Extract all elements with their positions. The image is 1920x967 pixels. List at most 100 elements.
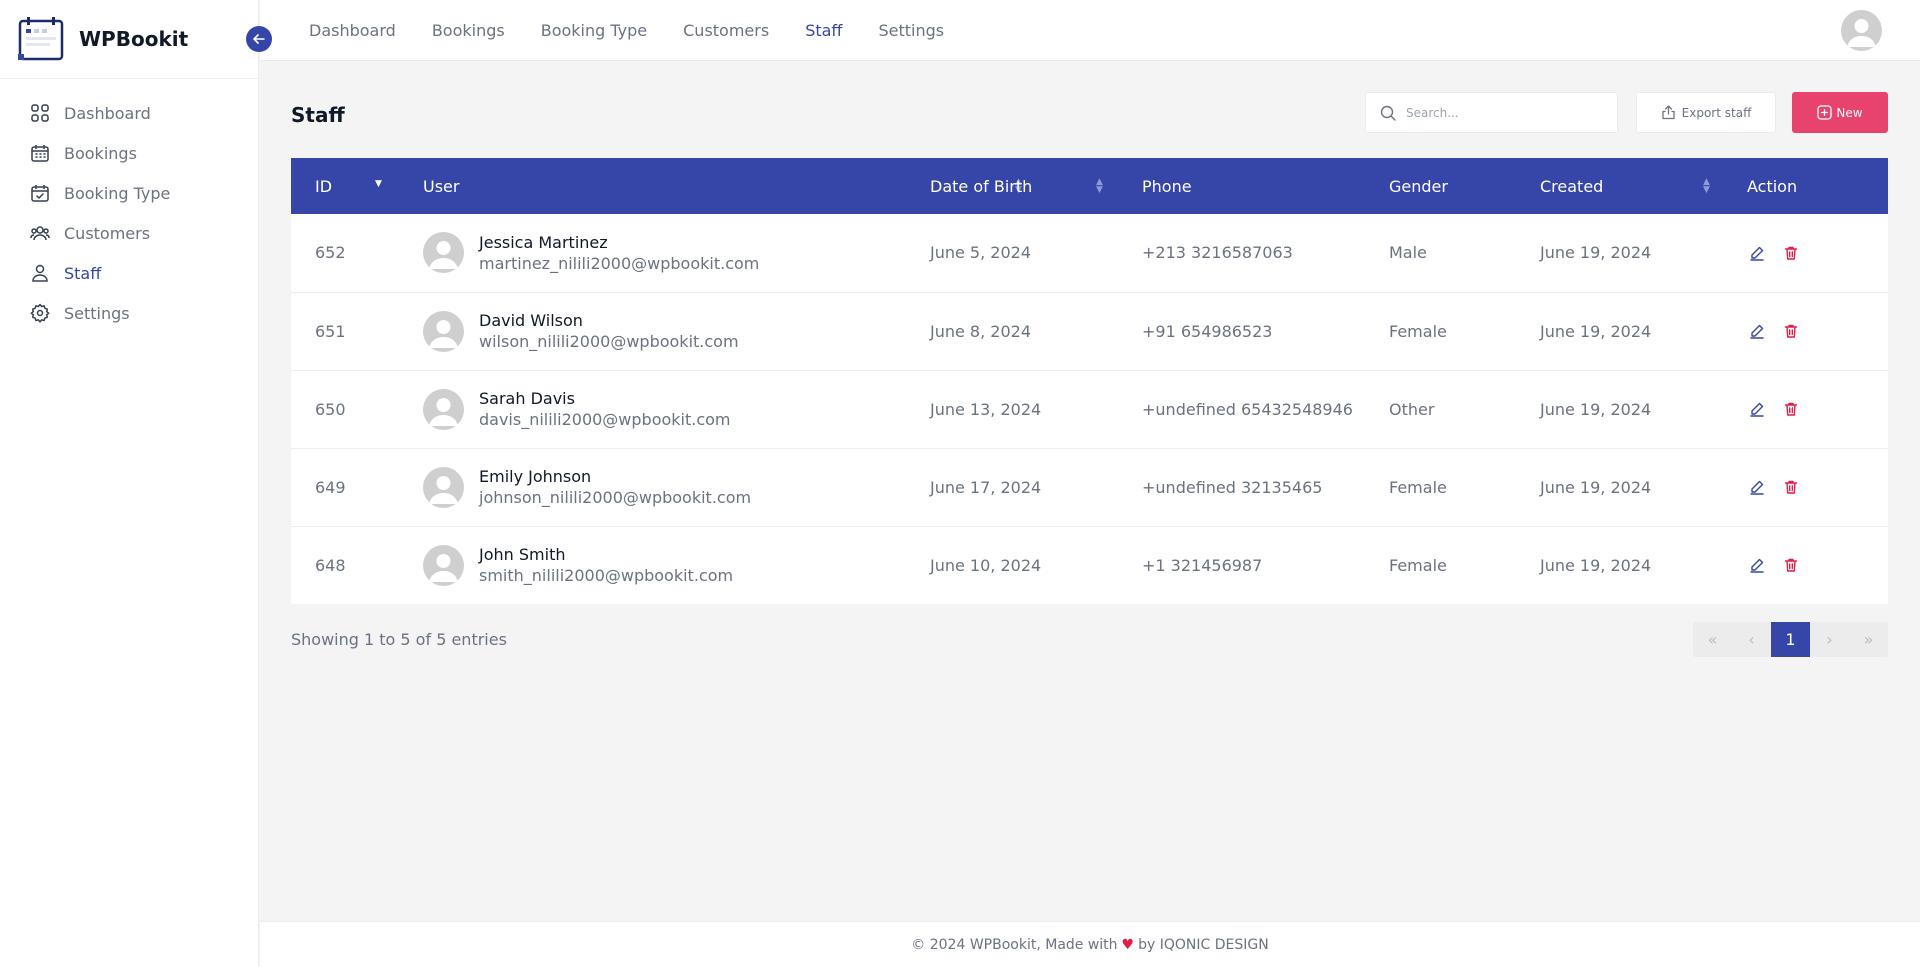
- avatar: [423, 388, 464, 430]
- prev-page-button[interactable]: ‹: [1732, 622, 1771, 657]
- cell-id: 652: [315, 243, 346, 263]
- search-box[interactable]: [1365, 92, 1618, 133]
- sidebar-item-booking-type[interactable]: Booking Type: [0, 173, 258, 213]
- cell-phone: +1 321456987: [1142, 555, 1263, 575]
- sidebar-item-bookings[interactable]: Bookings: [0, 133, 258, 173]
- column-header-id[interactable]: ID ▼: [291, 158, 399, 214]
- user-text: Sarah Davis davis_nilili2000@wpbookit.com: [479, 389, 731, 429]
- sidebar-item-dashboard[interactable]: Dashboard: [0, 93, 258, 133]
- calendar-check-icon: [31, 185, 49, 202]
- delete-button[interactable]: [1783, 323, 1799, 339]
- avatar: [423, 466, 464, 508]
- export-staff-button[interactable]: Export staff: [1636, 92, 1776, 133]
- user-name: Jessica Martinez: [479, 232, 608, 252]
- edit-button[interactable]: [1749, 557, 1765, 573]
- table-row: 649 Emily Johnson johnson_nilili2000@wpboo…: [291, 448, 1888, 526]
- user-avatar[interactable]: [1841, 10, 1882, 51]
- user-cell: Sarah Davis davis_nilili2000@wpbookit.com: [423, 388, 930, 430]
- tab-booking-type[interactable]: Booking Type: [541, 21, 647, 40]
- brand-logo-icon: [17, 16, 65, 62]
- user-text: Jessica Martinez martinez_nilili2000@wpbo…: [479, 233, 759, 273]
- avatar: [423, 232, 464, 274]
- page-title: Staff: [291, 103, 345, 127]
- edit-button[interactable]: [1749, 245, 1765, 261]
- sidebar-item-customers[interactable]: Customers: [0, 213, 258, 253]
- cell-phone: +undefined 32135465: [1142, 477, 1323, 497]
- cell-user: David Wilson wilson_nilili2000@wpbookit.c…: [399, 292, 930, 370]
- sidebar-item-settings[interactable]: Settings: [0, 293, 258, 333]
- avatar: [423, 310, 464, 352]
- column-header-user[interactable]: User ▲ ▼: [399, 158, 1022, 214]
- delete-button[interactable]: [1783, 245, 1799, 261]
- tab-bookings[interactable]: Bookings: [432, 21, 505, 40]
- tab-settings[interactable]: Settings: [878, 21, 944, 40]
- cell-phone: +undefined 65432548946: [1142, 399, 1353, 419]
- row-actions: [1747, 245, 1888, 261]
- sidebar: WPBookit Dashboard Bookings Booking Type…: [0, 0, 272, 967]
- cell-dob: June 8, 2024: [930, 321, 1031, 341]
- page-button-1[interactable]: 1: [1771, 622, 1810, 657]
- new-staff-button[interactable]: New: [1792, 92, 1888, 133]
- delete-button[interactable]: [1783, 557, 1799, 573]
- edit-button[interactable]: [1749, 401, 1765, 417]
- sidebar-collapse-button[interactable]: [246, 26, 272, 52]
- cell-actions: [1747, 448, 1888, 526]
- trash-icon: [1784, 246, 1798, 260]
- table-header-row: ID ▼ User ▲ ▼ Date of Birth ▲ ▼ Phone Ge…: [291, 158, 1888, 214]
- trash-icon: [1784, 480, 1798, 494]
- avatar-icon: [429, 319, 458, 348]
- plus-square-icon: [1817, 105, 1833, 120]
- heart-icon: ♥: [1121, 936, 1135, 953]
- delete-button[interactable]: [1783, 401, 1799, 417]
- edit-icon: [1750, 324, 1764, 339]
- user-name: Emily Johnson: [479, 467, 592, 486]
- sidebar-item-label: Settings: [64, 303, 130, 323]
- user-email: smith_nilili2000@wpbookit.com: [479, 566, 734, 586]
- last-page-button[interactable]: »: [1849, 622, 1888, 657]
- sidebar-item-label: Staff: [64, 263, 102, 283]
- sidebar-item-staff[interactable]: Staff: [0, 253, 258, 293]
- cell-created: June 19, 2024: [1540, 321, 1652, 341]
- cell-id: 650: [315, 399, 346, 419]
- column-header-label: Phone: [1142, 176, 1192, 196]
- cell-phone: +213 3216587063: [1142, 243, 1293, 263]
- user-text: David Wilson wilson_nilili2000@wpbookit.c…: [479, 311, 739, 351]
- trash-icon: [1784, 559, 1798, 572]
- column-header-created[interactable]: Created ▲ ▼: [1540, 158, 1747, 214]
- cell-dob: June 10, 2024: [930, 555, 1042, 575]
- tab-dashboard[interactable]: Dashboard: [309, 21, 396, 40]
- column-header-label: Created: [1540, 176, 1604, 196]
- entries-info: Showing 1 to 5 of 5 entries: [291, 630, 507, 649]
- new-staff-label: New: [1836, 105, 1863, 120]
- calendar-icon: [31, 145, 49, 162]
- trash-icon: [1784, 402, 1798, 416]
- cell-gender: Female: [1389, 321, 1447, 341]
- first-page-button[interactable]: «: [1693, 622, 1732, 657]
- footer-suffix: by IQONIC DESIGN: [1138, 936, 1269, 953]
- cell-created: June 19, 2024: [1540, 399, 1652, 419]
- column-header-label: User: [423, 176, 460, 196]
- sort-desc-icon: ▼: [375, 179, 382, 189]
- users-icon: [30, 226, 50, 241]
- tab-customers[interactable]: Customers: [683, 21, 769, 40]
- top-bar: Dashboard Bookings Booking Type Customer…: [260, 0, 1920, 61]
- user-name: Sarah Davis: [479, 389, 575, 408]
- search-input[interactable]: [1406, 105, 1606, 120]
- delete-button[interactable]: [1783, 479, 1799, 495]
- cell-dob: June 17, 2024: [930, 477, 1042, 497]
- column-header-phone: Phone: [1142, 158, 1389, 214]
- avatar: [423, 544, 464, 586]
- column-header-gender: Gender: [1389, 158, 1540, 214]
- edit-button[interactable]: [1749, 323, 1765, 339]
- user-cell: John Smith smith_nilili2000@wpbookit.com: [423, 544, 930, 586]
- edit-button[interactable]: [1749, 479, 1765, 495]
- tab-staff[interactable]: Staff: [805, 21, 842, 40]
- next-page-button[interactable]: ›: [1810, 622, 1849, 657]
- cell-gender: Male: [1389, 243, 1427, 263]
- edit-icon: [1750, 402, 1764, 417]
- edit-icon: [1750, 246, 1764, 261]
- export-staff-label: Export staff: [1681, 105, 1752, 120]
- cell-id: 651: [315, 321, 346, 341]
- footer: © 2024 WPBookit, Made with ♥ by IQONIC D…: [260, 921, 1920, 967]
- column-header-dob[interactable]: Date of Birth ▲ ▼: [930, 158, 1142, 214]
